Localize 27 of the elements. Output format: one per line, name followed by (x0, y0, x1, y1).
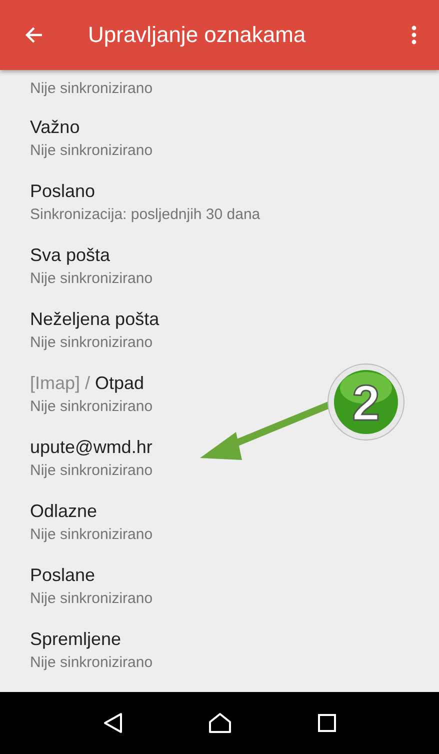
screen-title: Upravljanje oznakama (88, 22, 307, 48)
label-name[interactable]: Neželjena pošta (30, 309, 160, 330)
label-name[interactable]: Odlazne (30, 501, 98, 522)
sync-status: Nije sinkronizirano (30, 462, 153, 479)
sync-status: Nije sinkronizirano (30, 334, 153, 351)
label-name[interactable]: upute@wmd.hr (30, 437, 152, 458)
label-name[interactable]: Poslano (30, 181, 96, 202)
back-arrow-icon[interactable] (24, 25, 44, 45)
step-number-badge: 2 (326, 362, 406, 442)
label-path-prefix: [Imap] / (30, 373, 90, 393)
sync-status: Nije sinkronizirano (30, 270, 153, 287)
sync-status: Nije sinkronizirano (30, 654, 153, 671)
back-triangle-icon[interactable] (102, 712, 123, 734)
label-name[interactable]: Važno (30, 117, 80, 138)
label-name[interactable]: Otpad (90, 373, 144, 393)
sync-status: Sinkronizacija: posljednjih 30 dana (30, 206, 260, 223)
sync-status: Nije sinkronizirano (30, 80, 153, 96)
sync-status: Nije sinkronizirano (30, 142, 153, 159)
sync-status: Nije sinkronizirano (30, 398, 153, 415)
square-icon[interactable] (318, 714, 336, 732)
label-name[interactable]: Sva pošta (30, 245, 110, 266)
label-name[interactable]: Poslane (30, 565, 96, 586)
sync-status: Nije sinkronizirano (30, 526, 153, 543)
home-icon[interactable] (208, 713, 232, 733)
label-name[interactable]: Spremljene (30, 629, 122, 650)
sync-status: Nije sinkronizirano (30, 590, 153, 607)
more-options-icon[interactable] (411, 25, 417, 45)
